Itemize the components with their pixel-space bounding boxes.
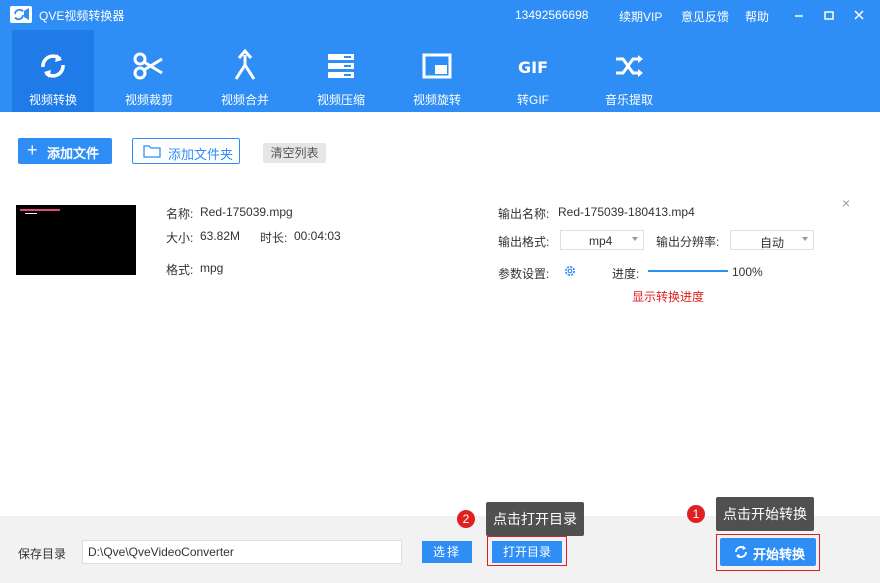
minimize-icon[interactable]	[790, 6, 808, 24]
progress-percent: 100%	[732, 265, 763, 279]
file-duration: 00:04:03	[294, 229, 341, 243]
app-title: QVE视频转换器	[39, 9, 125, 23]
start-convert-button[interactable]: 开始转换	[720, 538, 816, 566]
output-resolution-value: 自动	[760, 236, 785, 250]
renew-vip-link[interactable]: 续期VIP	[619, 8, 662, 25]
open-dir-button[interactable]: 打开目录	[492, 541, 562, 563]
tab-label: 音乐提取	[604, 93, 653, 107]
merge-icon	[234, 48, 256, 80]
remove-file-icon[interactable]: ×	[842, 195, 850, 211]
tab-video-compress[interactable]: 视频压缩	[300, 30, 382, 112]
file-size-label: 大小:	[166, 231, 194, 245]
tab-label: 转GIF	[517, 93, 549, 107]
params-label: 参数设置:	[498, 267, 550, 281]
add-file-button[interactable]: + 添加文件	[18, 138, 112, 164]
thumbnail-detail	[25, 213, 37, 214]
progress-bar	[648, 270, 728, 272]
file-duration-label: 时长:	[260, 231, 288, 245]
gear-icon[interactable]	[563, 264, 577, 278]
rotate-icon	[422, 53, 452, 79]
file-format-label: 格式:	[166, 263, 194, 277]
tab-video-rotate[interactable]: 视频旋转	[396, 30, 478, 112]
choose-dir-button[interactable]: 选择	[422, 541, 472, 563]
file-name-label: 名称:	[166, 207, 194, 221]
file-name: Red-175039.mpg	[200, 205, 293, 219]
add-file-label: 添加文件	[47, 146, 100, 161]
tab-label: 视频裁剪	[124, 93, 173, 107]
tab-music-extract[interactable]: 音乐提取	[588, 30, 670, 112]
help-link[interactable]: 帮助	[745, 8, 769, 25]
feedback-link[interactable]: 意见反馈	[681, 8, 729, 25]
output-name-label: 输出名称:	[498, 207, 550, 221]
video-thumbnail	[16, 205, 136, 275]
output-format-select[interactable]: mp4	[560, 230, 644, 250]
tab-video-convert[interactable]: 视频转换	[12, 30, 94, 112]
start-convert-label: 开始转换	[753, 547, 806, 562]
main-toolbar: 视频转换 视频裁剪 视频合并 视频压缩 视频旋转 GIF 转GIF 音乐提取	[0, 30, 880, 112]
output-name: Red-175039-180413.mp4	[558, 205, 695, 219]
output-format-value: mp4	[589, 234, 613, 248]
tab-label: 视频合并	[220, 93, 269, 107]
add-folder-label: 添加文件夹	[168, 147, 234, 162]
thumbnail-detail	[20, 209, 60, 211]
output-resolution-label: 输出分辨率:	[656, 235, 720, 249]
app-window: QVE视频转换器 13492566698 续期VIP 意见反馈 帮助 视频转换	[0, 0, 880, 583]
file-size: 63.82M	[200, 229, 241, 243]
output-resolution-select[interactable]: 自动	[730, 230, 814, 250]
maximize-icon[interactable]	[820, 6, 838, 24]
chevron-down-icon	[632, 237, 638, 241]
title-bar: QVE视频转换器 13492566698 续期VIP 意见反馈 帮助	[0, 0, 880, 30]
tab-video-crop[interactable]: 视频裁剪	[108, 30, 190, 112]
tab-label: 视频旋转	[412, 93, 461, 107]
tab-label: 视频转换	[28, 93, 77, 107]
app-logo-icon	[10, 6, 32, 23]
file-format: mpg	[200, 261, 224, 275]
tab-to-gif[interactable]: GIF 转GIF	[492, 30, 574, 112]
folder-icon	[143, 145, 161, 158]
chevron-down-icon	[802, 237, 808, 241]
account-phone: 13492566698	[515, 8, 589, 22]
step-2-badge: 2	[457, 510, 475, 528]
save-path-input[interactable]	[82, 540, 402, 564]
progress-label: 进度:	[612, 267, 640, 281]
clear-list-button[interactable]: 清空列表	[263, 143, 326, 163]
add-folder-button[interactable]: 添加文件夹	[132, 138, 240, 164]
save-dir-label: 保存目录	[18, 547, 67, 561]
gif-icon: GIF	[518, 58, 548, 77]
convert-icon	[735, 545, 747, 559]
close-window-icon[interactable]	[850, 6, 868, 24]
shuffle-icon	[616, 55, 643, 77]
convert-icon	[41, 54, 65, 78]
tab-label: 视频压缩	[316, 93, 365, 107]
scissors-icon	[133, 52, 163, 80]
progress-annotation: 显示转换进度	[632, 290, 705, 304]
output-format-label: 输出格式:	[498, 235, 550, 249]
compress-icon	[328, 54, 354, 78]
step-1-tooltip: 点击开始转换	[716, 497, 814, 531]
tab-video-merge[interactable]: 视频合并	[204, 30, 286, 112]
svg-text:GIF: GIF	[518, 58, 548, 77]
step-2-tooltip: 点击打开目录	[486, 502, 584, 536]
step-1-badge: 1	[687, 505, 705, 523]
plus-icon: +	[27, 140, 38, 160]
progress-fill	[648, 270, 728, 272]
